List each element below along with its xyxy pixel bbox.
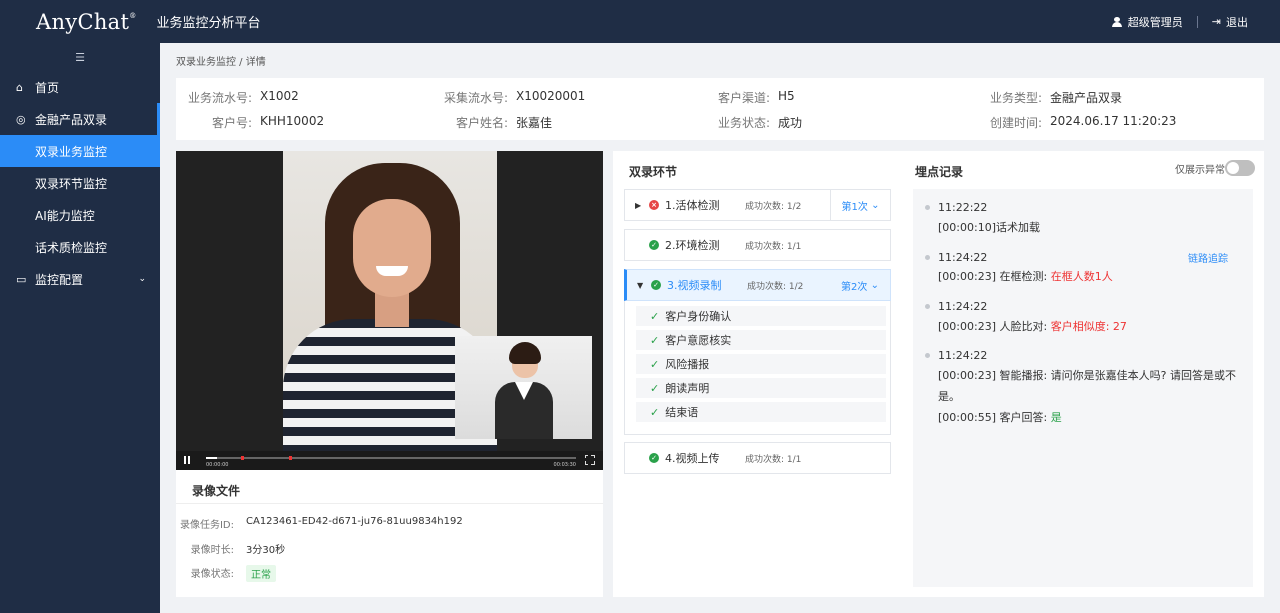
log-line: [00:00:23] 智能播报: 请问你是张嘉佳本人吗? 请回答是或不 bbox=[938, 369, 1237, 382]
only-abnormal-label: 仅展示异常 bbox=[1175, 165, 1225, 176]
only-abnormal-toggle[interactable] bbox=[1225, 160, 1255, 176]
info-field: 创建时间: 2024.06.17 11:20:23 bbox=[989, 114, 1177, 130]
business-info-panel: 业务流水号: X1002 采集流水号: X10020001 客户渠道: H5 业务类型… bbox=[176, 78, 1264, 140]
sidebar-item-script-qc[interactable]: 话术质检监控 bbox=[0, 231, 160, 263]
monitor-search-icon: ◎ bbox=[16, 112, 26, 126]
recording-task-id: 录像任务ID: CA123461-ED42-d671-ju76-81uu9834h… bbox=[179, 516, 463, 531]
sidebar-item-home[interactable]: ⌂ 首页 bbox=[0, 71, 160, 103]
video-player[interactable]: 00:00:00 00:03:30 bbox=[176, 151, 603, 470]
agent-video-pip bbox=[455, 336, 592, 439]
substep-item[interactable]: ✓ 朗读声明 bbox=[636, 378, 886, 398]
event-marker[interactable] bbox=[241, 456, 244, 460]
check-icon: ✓ bbox=[650, 381, 660, 395]
check-icon: ✓ bbox=[650, 333, 660, 347]
attempt-select[interactable]: 第2次 ⌄ bbox=[830, 270, 890, 300]
video-time-total: 00:03:30 bbox=[553, 462, 576, 468]
chevron-down-icon: ⌄ bbox=[138, 274, 146, 284]
timeline-dot bbox=[925, 304, 930, 309]
success-icon: ✓ bbox=[649, 453, 659, 463]
substep-list: ✓ 客户身份确认 ✓ 客户意愿核实 ✓ 风险播报 ✓ 朗读声明 ✓ 结束语 bbox=[624, 301, 891, 435]
breadcrumb: 双录业务监控 / 详情 bbox=[176, 57, 266, 68]
timeline-dot bbox=[925, 353, 930, 358]
video-progress-bar[interactable] bbox=[206, 456, 576, 460]
step-video-recording[interactable]: ▼ ✓ 3.视频录制 成功次数: 1/2 第2次 ⌄ bbox=[624, 269, 891, 301]
info-field: 客户渠道: H5 bbox=[717, 89, 795, 105]
step-video-upload[interactable]: ✓ 4.视频上传 成功次数: 1/1 bbox=[624, 442, 891, 474]
log-line: [00:00:23] 人脸比对: 客户相似度: 27 bbox=[938, 320, 1127, 333]
event-marker[interactable] bbox=[289, 456, 292, 460]
substep-item[interactable]: ✓ 风险播报 bbox=[636, 354, 886, 374]
divider bbox=[176, 503, 603, 504]
sidebar-item-monitor-config[interactable]: ▭ 监控配置 ⌄ bbox=[0, 263, 160, 295]
info-field: 业务类型: 金融产品双录 bbox=[989, 91, 1123, 105]
caret-down-icon: ▼ bbox=[637, 280, 644, 290]
check-icon: ✓ bbox=[650, 405, 660, 419]
substep-item[interactable]: ✓ 结束语 bbox=[636, 402, 886, 422]
log-time: 11:24:22 bbox=[938, 300, 988, 313]
info-field: 客户号: KHH10002 bbox=[211, 114, 325, 130]
substep-item[interactable]: ✓ 客户身份确认 bbox=[636, 306, 886, 326]
caret-right-icon: ▶ bbox=[635, 200, 642, 210]
substep-item[interactable]: ✓ 客户意愿核实 bbox=[636, 330, 886, 350]
log-line: 是。 bbox=[938, 390, 960, 403]
logo: AnyChat® bbox=[36, 9, 137, 34]
log-list: 11:22:22 [00:00:10]话术加载 11:24:22 链路追踪 [0… bbox=[913, 189, 1253, 587]
top-header: AnyChat® 业务监控分析平台 超级管理员 ⇥ 退出 bbox=[0, 0, 1280, 43]
platform-title: 业务监控分析平台 bbox=[156, 16, 261, 31]
log-time: 11:22:22 bbox=[938, 201, 988, 214]
video-controls: 00:00:00 00:03:30 bbox=[176, 451, 603, 470]
attempt-select[interactable]: 第1次 ⌄ bbox=[830, 190, 890, 220]
log-time: 11:24:22 bbox=[938, 251, 988, 264]
user-name[interactable]: 超级管理员 bbox=[1128, 14, 1183, 30]
step-environment[interactable]: ✓ 2.环境检测 成功次数: 1/1 bbox=[624, 229, 891, 261]
video-time-current: 00:00:00 bbox=[206, 462, 229, 468]
log-line: [00:00:10]话术加载 bbox=[938, 221, 1040, 234]
recording-title: 录像文件 bbox=[192, 484, 241, 498]
info-field: 客户姓名: 张嘉佳 bbox=[455, 116, 553, 130]
collapse-menu-icon[interactable]: ☰ bbox=[0, 43, 160, 71]
timeline-dot bbox=[925, 205, 930, 210]
info-field: 业务流水号: X1002 bbox=[187, 89, 299, 105]
status-badge: 正常 bbox=[246, 565, 276, 582]
log-line: [00:00:23] 在框检测: 在框人数1人 bbox=[938, 270, 1113, 283]
user-icon bbox=[1111, 16, 1122, 27]
recording-status: 录像状态: 正常 bbox=[168, 565, 276, 582]
steps-title: 双录环节 bbox=[629, 165, 678, 179]
recording-file-panel: 录像文件 录像任务ID: CA123461-ED42-d671-ju76-81uu… bbox=[176, 470, 603, 597]
timeline-dot bbox=[925, 255, 930, 260]
sidebar-item-ai-monitor[interactable]: AI能力监控 bbox=[0, 199, 160, 231]
sidebar-item-step-monitor[interactable]: 双录环节监控 bbox=[0, 167, 160, 199]
log-title: 埋点记录 bbox=[915, 165, 964, 179]
recording-duration: 录像时长: 3分30秒 bbox=[190, 545, 286, 556]
check-icon: ✓ bbox=[650, 357, 660, 371]
log-time: 11:24:22 bbox=[938, 349, 988, 362]
fullscreen-icon[interactable] bbox=[584, 454, 596, 466]
sidebar-item-finance-recording[interactable]: ◎ 金融产品双录 bbox=[0, 103, 160, 135]
event-log-panel: 埋点记录 仅展示异常 11:22:22 [00:00:10]话术加载 11:24… bbox=[903, 151, 1264, 597]
check-icon: ✓ bbox=[650, 309, 660, 323]
trace-link[interactable]: 链路追踪 bbox=[1188, 250, 1228, 265]
logout-button[interactable]: 退出 bbox=[1226, 14, 1248, 30]
step-liveness[interactable]: ▶ × 1.活体检测 成功次数: 1/2 第1次 ⌄ bbox=[624, 189, 891, 221]
info-field: 业务状态: 成功 bbox=[717, 116, 803, 130]
log-line: [00:00:55] 客户回答: 是 bbox=[938, 411, 1062, 424]
recording-steps-panel: 双录环节 ▶ × 1.活体检测 成功次数: 1/2 第1次 ⌄ ✓ 2.环境检测… bbox=[613, 151, 903, 597]
success-icon: ✓ bbox=[649, 240, 659, 250]
config-icon: ▭ bbox=[16, 272, 27, 286]
home-icon: ⌂ bbox=[16, 80, 23, 94]
sidebar-item-business-monitor[interactable]: 双录业务监控 bbox=[0, 135, 160, 167]
success-icon: ✓ bbox=[651, 280, 661, 290]
sidebar: ☰ ⌂ 首页 ◎ 金融产品双录 双录业务监控 双录环节监控 AI能力监控 话术质… bbox=[0, 43, 160, 613]
header-divider bbox=[1196, 15, 1198, 28]
info-field: 采集流水号: X10020001 bbox=[443, 89, 586, 105]
pause-icon[interactable] bbox=[184, 456, 190, 464]
logout-icon[interactable]: ⇥ bbox=[1212, 15, 1221, 28]
error-icon: × bbox=[649, 200, 659, 210]
